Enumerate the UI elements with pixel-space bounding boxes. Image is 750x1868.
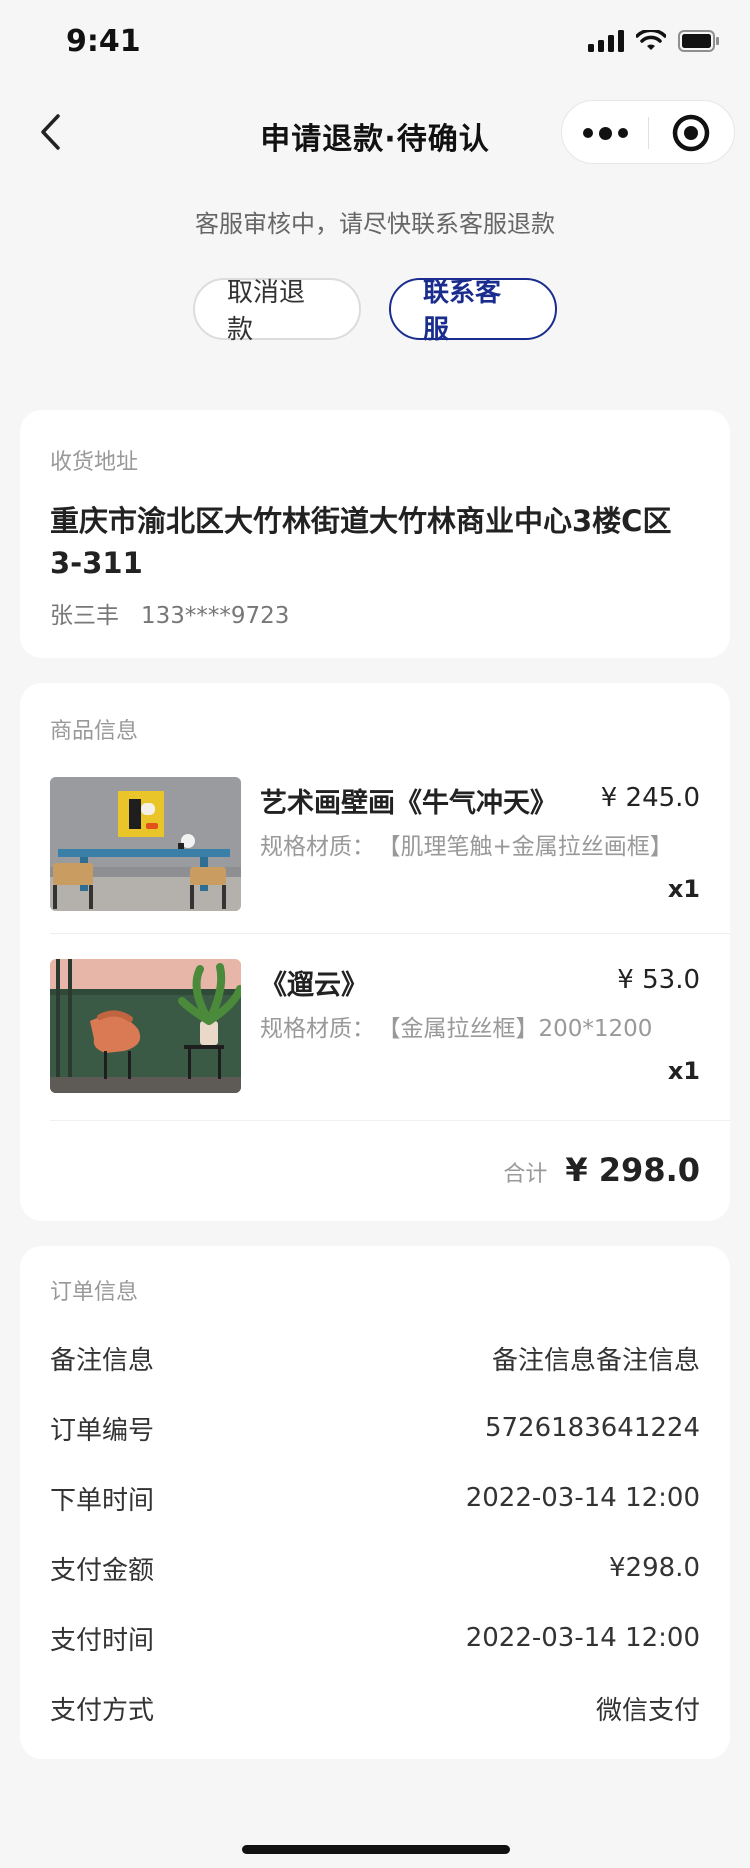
product-quantity: x1 <box>667 1057 700 1085</box>
cancel-refund-button[interactable]: 取消退款 <box>193 278 361 345</box>
mini-program-capsule <box>561 100 735 164</box>
recipient-name: 张三丰 <box>50 603 119 629</box>
product-image-art-painting <box>50 777 241 911</box>
order-row-pay-method: 支付方式 微信支付 <box>50 1688 700 1728</box>
goods-divider <box>50 933 730 934</box>
order-row-value: ¥298.0 <box>609 1553 700 1583</box>
order-section-label: 订单信息 <box>50 1280 139 1305</box>
product-price: ¥ 245.0 <box>600 783 700 813</box>
address-contact: 张三丰 133****9723 <box>50 596 289 630</box>
order-row-label: 订单编号 <box>50 1415 155 1446</box>
status-time: 9:41 <box>66 24 141 59</box>
home-indicator[interactable] <box>242 1845 510 1854</box>
product-image <box>50 959 241 1093</box>
goods-divider <box>50 1120 730 1121</box>
order-row-pay-amount: 支付金额 ¥298.0 <box>50 1548 700 1588</box>
address-card: 收货地址 重庆市渝北区大竹林街道大竹林商业中心3楼C区3-311 张三丰 133*… <box>20 410 730 658</box>
total-label: 合计 <box>503 1162 548 1187</box>
order-row-remark: 备注信息 备注信息备注信息 <box>50 1338 700 1378</box>
target-close-icon <box>672 114 710 152</box>
order-info-card: 订单信息 备注信息 备注信息备注信息 订单编号 5726183641224 下单… <box>20 1246 730 1759</box>
signal-icon <box>588 30 624 52</box>
status-bar: 9:41 <box>0 0 750 88</box>
nav-bar: 申请退款·待确认 <box>0 88 750 176</box>
refund-actions: 取消退款 联系客服 <box>0 278 750 345</box>
address-line: 重庆市渝北区大竹林街道大竹林商业中心3楼C区3-311 <box>50 504 672 580</box>
refund-status-message: 客服审核中，请尽快联系客服退款 <box>195 210 555 238</box>
order-row-value: 2022-03-14 12:00 <box>465 1623 700 1653</box>
goods-section-label: 商品信息 <box>50 719 139 744</box>
goods-item[interactable]: 艺术画壁画《牛气冲天》 ¥ 245.0 规格材质： 【肌理笔触+金属拉丝画框】 x… <box>50 777 730 913</box>
product-price: ¥ 53.0 <box>617 965 700 995</box>
order-row-value: 备注信息备注信息 <box>491 1345 700 1376</box>
product-name: 《遛云》 <box>260 970 368 1001</box>
order-row-label: 下单时间 <box>50 1485 155 1516</box>
wifi-icon <box>636 30 666 50</box>
order-row-label: 支付金额 <box>50 1555 155 1586</box>
product-spec: 规格材质： 【金属拉丝框】200*1200 <box>260 1009 700 1043</box>
order-row-order-time: 下单时间 2022-03-14 12:00 <box>50 1478 700 1518</box>
order-row-label: 备注信息 <box>50 1345 155 1376</box>
order-total: 合计 ¥ 298.0 <box>503 1151 700 1189</box>
contact-service-button[interactable]: 联系客服 <box>389 278 557 345</box>
order-row-value: 微信支付 <box>595 1695 700 1726</box>
spec-value: 【金属拉丝框】200*1200 <box>389 1016 653 1042</box>
product-spec: 规格材质： 【肌理笔触+金属拉丝画框】 <box>260 827 700 861</box>
spec-value: 【肌理笔触+金属拉丝画框】 <box>389 834 673 860</box>
address-section-label: 收货地址 <box>50 450 139 475</box>
total-value: ¥ 298.0 <box>565 1151 700 1189</box>
recipient-phone: 133****9723 <box>141 603 290 629</box>
battery-icon <box>678 30 719 52</box>
goods-item[interactable]: 《遛云》 ¥ 53.0 规格材质： 【金属拉丝框】200*1200 x1 <box>50 959 730 1095</box>
more-button[interactable] <box>562 101 648 165</box>
order-row-value[interactable]: 5726183641224 <box>485 1413 700 1443</box>
order-row-label: 支付时间 <box>50 1625 155 1656</box>
order-row-pay-time: 支付时间 2022-03-14 12:00 <box>50 1618 700 1658</box>
product-name: 艺术画壁画《牛气冲天》 <box>260 788 557 819</box>
product-image <box>50 777 241 911</box>
product-quantity: x1 <box>667 875 700 903</box>
order-row-value: 2022-03-14 12:00 <box>465 1483 700 1513</box>
status-icons <box>588 30 720 52</box>
order-row-label: 支付方式 <box>50 1695 155 1726</box>
order-row-order-number: 订单编号 5726183641224 <box>50 1408 700 1448</box>
more-icon <box>582 128 593 138</box>
close-button[interactable] <box>648 101 734 165</box>
goods-card: 商品信息 艺术画壁画《牛气冲天》 ¥ 245.0 规格材质： 【肌理笔触+金属拉… <box>20 683 730 1221</box>
spec-key: 规格材质： <box>260 1016 375 1042</box>
spec-key: 规格材质： <box>260 834 375 860</box>
product-image-chair-room <box>50 959 241 1093</box>
